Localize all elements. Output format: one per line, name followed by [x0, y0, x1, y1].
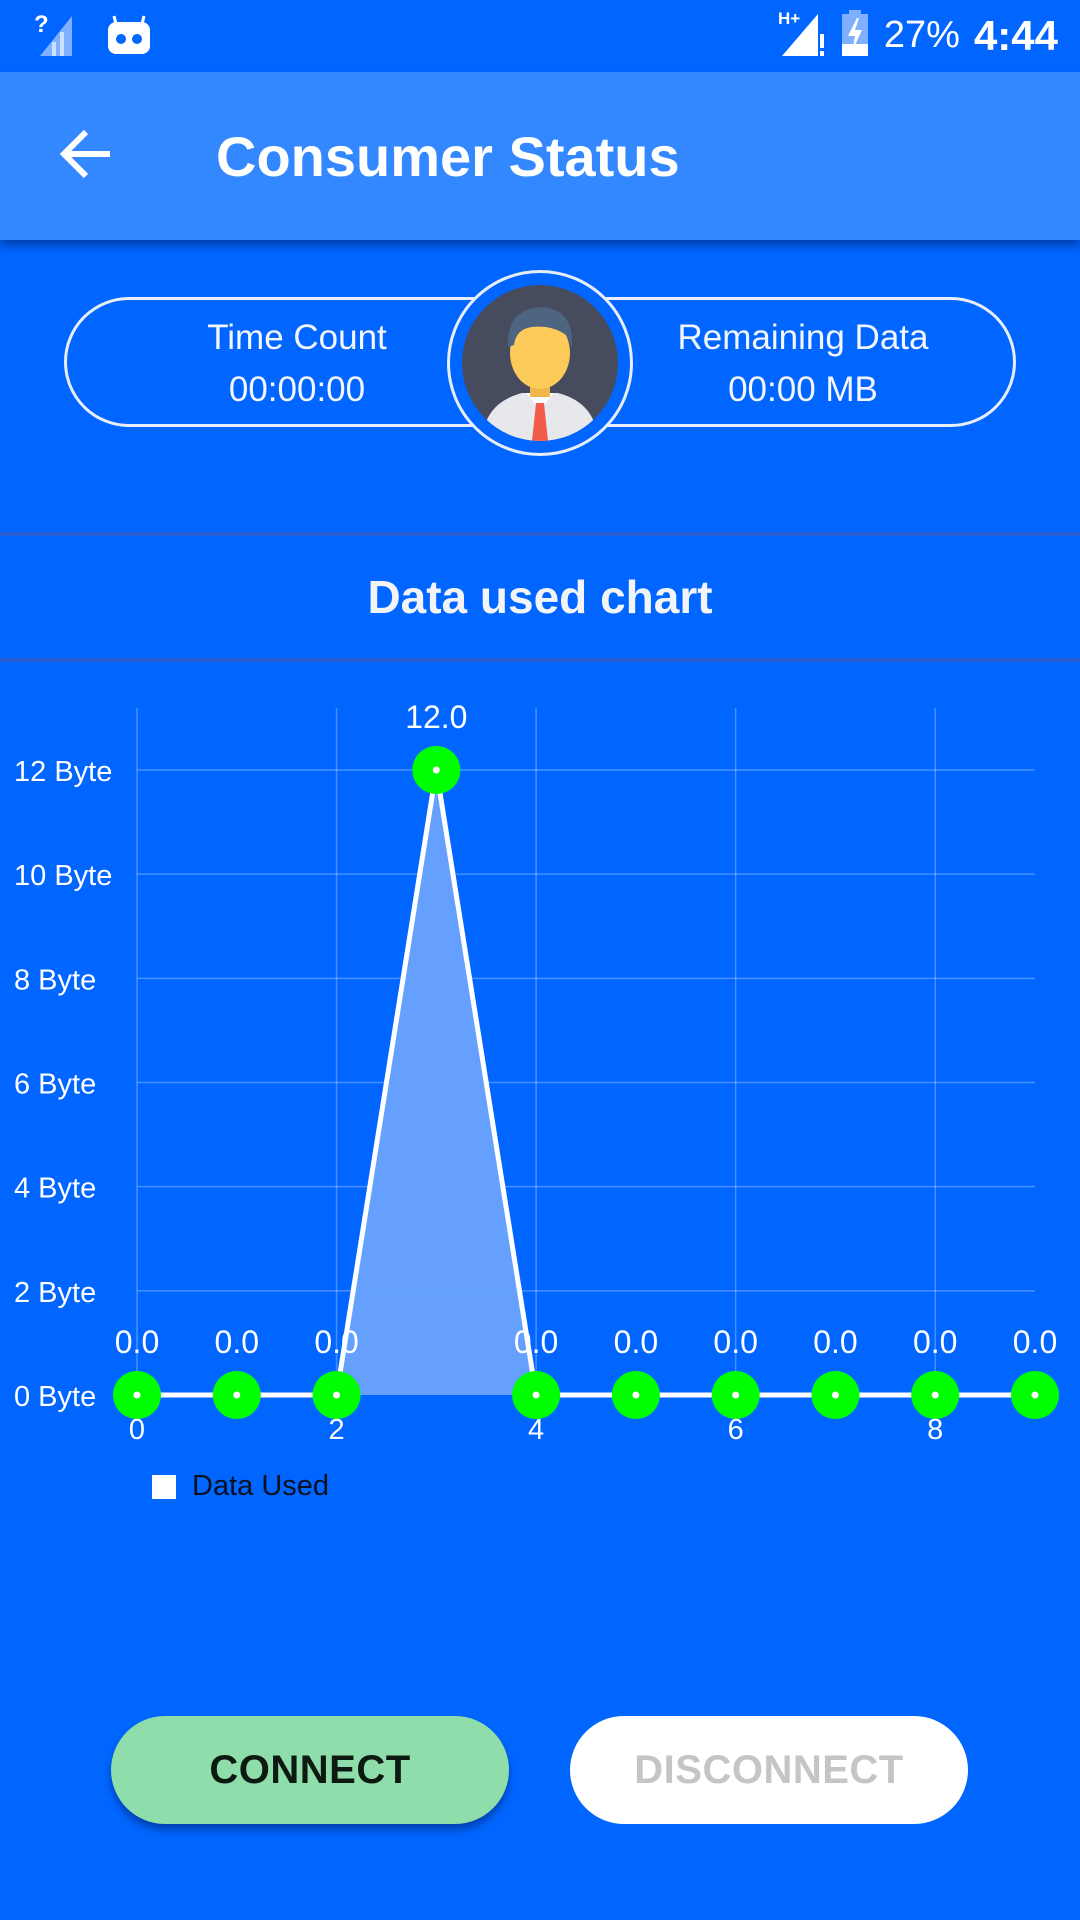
x-tick-label: 8 — [927, 1414, 943, 1446]
x-tick-label: 0 — [129, 1414, 145, 1446]
y-tick-label: 0 Byte — [14, 1381, 96, 1413]
chart-section-header: Data used chart — [0, 532, 1080, 662]
battery-percent: 27% — [883, 14, 960, 56]
y-tick-label: 4 Byte — [14, 1173, 96, 1205]
data-value-label: 0.0 — [314, 1324, 358, 1360]
svg-text:?: ? — [34, 12, 49, 38]
data-point-center — [133, 1391, 141, 1399]
data-value-label: 0.0 — [1013, 1324, 1057, 1360]
y-tick-label: 2 Byte — [14, 1277, 96, 1309]
clock: 4:44 — [973, 11, 1058, 59]
chart-title: Data used chart — [367, 571, 713, 623]
x-tick-label: 6 — [728, 1414, 744, 1446]
y-tick-label: 12 Byte — [14, 756, 112, 788]
data-value-label: 0.0 — [215, 1324, 259, 1360]
mobile-signal-icon: H+ — [778, 8, 826, 63]
data-used-chart: 0 Byte 2 Byte 4 Byte 6 Byte 8 Byte 10 Byte 12 … — [14, 699, 1059, 1446]
remaining-data-value: 00:00 MB — [728, 370, 878, 409]
battery-charging-icon — [840, 8, 870, 63]
back-button[interactable] — [48, 118, 124, 194]
y-tick-label: 6 Byte — [14, 1069, 96, 1101]
data-value-label: 0.0 — [713, 1324, 757, 1360]
data-value-label: 0.0 — [813, 1324, 857, 1360]
data-point-center — [432, 766, 440, 774]
avatar — [447, 270, 633, 456]
data-point-center — [233, 1391, 241, 1399]
disconnect-button[interactable]: DISCONNECT — [570, 1716, 968, 1824]
signal-unknown-icon: ? — [34, 11, 76, 61]
data-value-label: 0.0 — [115, 1324, 159, 1360]
time-count-value: 00:00:00 — [228, 370, 366, 409]
arrow-left-icon — [58, 129, 114, 184]
time-count-block: Time Count 00:00:00 — [127, 318, 467, 410]
data-value-label: 0.0 — [614, 1324, 658, 1360]
data-point-center — [732, 1391, 740, 1399]
legend-swatch — [152, 1474, 176, 1499]
data-value-label: 0.0 — [514, 1324, 558, 1360]
remaining-data-block: Remaining Data 00:00 MB — [633, 318, 973, 410]
status-bar: ? H+ 27% 4:44 — [0, 0, 1080, 72]
data-point-center — [1031, 1391, 1039, 1399]
x-tick-label: 2 — [328, 1414, 344, 1446]
data-point-center — [831, 1391, 839, 1399]
user-avatar-icon — [462, 285, 618, 441]
y-tick-label: 10 Byte — [14, 860, 112, 892]
data-point-center — [931, 1391, 939, 1399]
y-tick-label: 8 Byte — [14, 964, 96, 996]
cyanogen-mascot-icon — [106, 14, 152, 59]
legend-label: Data Used — [192, 1470, 330, 1502]
data-point-center — [632, 1391, 640, 1399]
x-tick-label: 4 — [528, 1414, 544, 1446]
page-title: Consumer Status — [216, 125, 680, 188]
remaining-data-label: Remaining Data — [677, 318, 929, 357]
data-point-center — [333, 1391, 341, 1399]
data-value-label: 0.0 — [913, 1324, 957, 1360]
data-point-center — [532, 1391, 540, 1399]
app-bar: Consumer Status — [0, 72, 1080, 240]
time-count-label: Time Count — [207, 318, 387, 357]
chart-legend: Data Used — [152, 1470, 329, 1503]
connect-button[interactable]: CONNECT — [111, 1716, 509, 1824]
svg-text:H+: H+ — [778, 9, 800, 28]
data-value-label: 12.0 — [405, 699, 467, 735]
